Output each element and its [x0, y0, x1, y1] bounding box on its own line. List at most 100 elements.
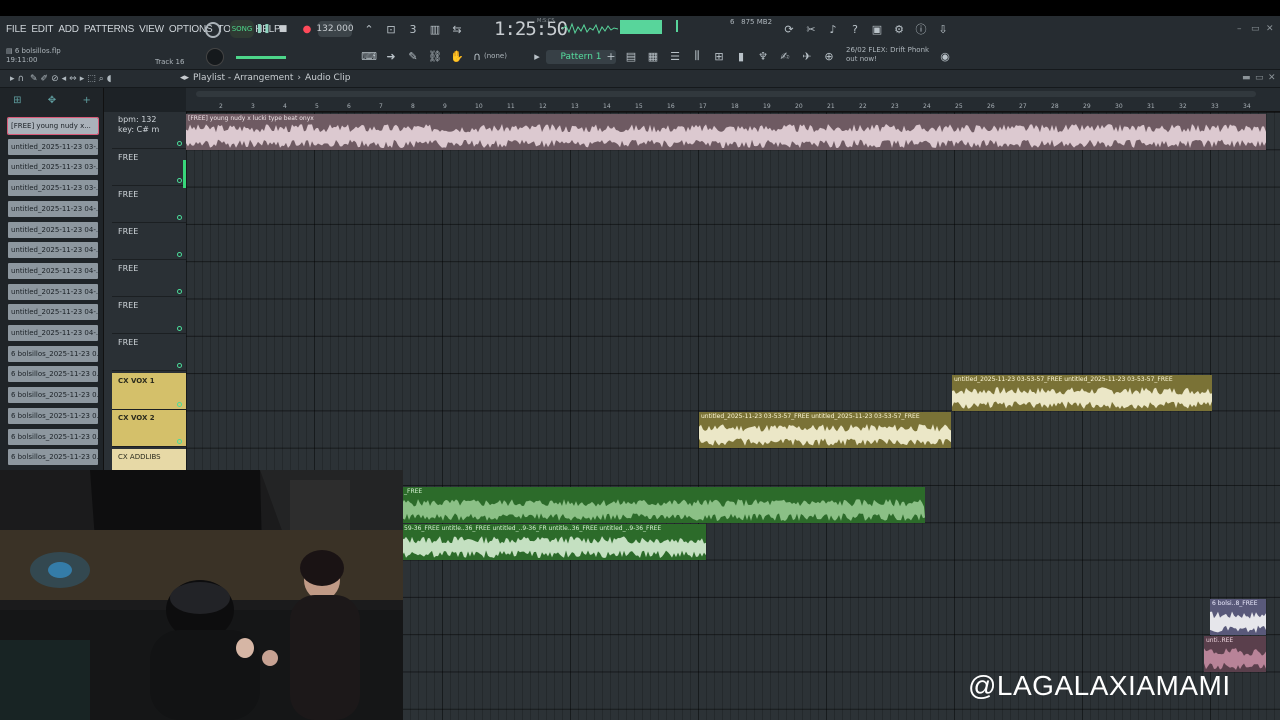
picker-clip-item[interactable]: [FREE] young nudy x...: [7, 117, 99, 135]
zoom-tool-icon[interactable]: ⌕: [99, 74, 104, 84]
audio-clip-green-1[interactable]: _FREE: [402, 487, 925, 523]
song-mode-toggle[interactable]: SONG: [230, 20, 254, 38]
delete-tool-icon[interactable]: ⊘: [51, 74, 59, 84]
track-5-led-icon[interactable]: [177, 289, 182, 294]
arrow-right-icon[interactable]: ➜: [384, 49, 398, 63]
track-header-7[interactable]: FREE: [112, 334, 186, 371]
slip-tool-icon[interactable]: ⇔: [69, 74, 77, 84]
track-header-4[interactable]: FREE: [112, 223, 186, 260]
plugin-icon[interactable]: ⚙: [892, 22, 906, 36]
audio-clip-vox2[interactable]: untitled_2025-11-23 03-53-57_FREE untitl…: [699, 412, 951, 448]
track-6-led-icon[interactable]: [177, 326, 182, 331]
track-2-led-icon[interactable]: [177, 178, 182, 183]
help-icon[interactable]: ?: [848, 22, 862, 36]
track-header-5[interactable]: FREE: [112, 260, 186, 297]
step-edit-icon[interactable]: ▥: [428, 22, 442, 36]
cart-icon[interactable]: ⊕: [822, 49, 836, 63]
save-icon[interactable]: ▣: [870, 22, 884, 36]
playback-tool-icon[interactable]: ◖: [107, 74, 112, 84]
track-header-6[interactable]: FREE: [112, 297, 186, 334]
track-header-vox1[interactable]: CX VOX 1: [112, 373, 186, 410]
audio-clip-green-2[interactable]: 59-36_FREE untitle..36_FREE untitled_..9…: [402, 524, 706, 560]
playlist-maximize-icon[interactable]: ▭: [1255, 73, 1264, 83]
menu-patterns[interactable]: PATTERNS: [84, 24, 134, 35]
countdown-icon[interactable]: 3: [406, 22, 420, 36]
link-icon[interactable]: ⛓: [428, 49, 442, 63]
info-icon[interactable]: ⓘ: [914, 22, 928, 36]
wait-input-icon[interactable]: ⊡: [384, 22, 398, 36]
picker-clip-item[interactable]: untitled_2025-11-23 04-...: [8, 283, 98, 300]
magnet-snap-icon[interactable]: ∩: [18, 74, 25, 84]
track-header-vox2[interactable]: CX VOX 2: [112, 410, 186, 447]
keyboard-icon[interactable]: ⌨: [361, 49, 377, 63]
picker-clip-item[interactable]: 6 bolsillos_2025-11-23 0...: [8, 449, 98, 466]
master-volume-slider[interactable]: [236, 56, 286, 59]
menu-view[interactable]: VIEW: [139, 24, 164, 35]
picker-clip-item[interactable]: 6 bolsillos_2025-11-23 0...: [8, 387, 98, 404]
browser-icon[interactable]: ⊞: [712, 49, 726, 63]
arrow-left-icon[interactable]: ▸: [530, 49, 544, 63]
audio-clip-vox1[interactable]: untitled_2025-11-23 03-53-57_FREE untitl…: [952, 375, 1212, 411]
playlist-icon[interactable]: ▤: [624, 49, 638, 63]
piano-roll-icon[interactable]: ▦: [646, 49, 660, 63]
menu-edit[interactable]: EDIT: [31, 24, 53, 35]
track-1-led-icon[interactable]: [177, 141, 182, 146]
channel-rack-icon[interactable]: ☰: [668, 49, 682, 63]
picker-add-icon[interactable]: +: [82, 95, 90, 106]
track-header-1[interactable]: bpm: 132 key: C# m: [112, 112, 186, 149]
project-icon[interactable]: ▮: [734, 49, 748, 63]
loop-record-icon[interactable]: ⇆: [450, 22, 464, 36]
maximize-icon[interactable]: ▭: [1251, 24, 1260, 34]
add-pattern-icon[interactable]: +: [604, 49, 618, 63]
paint-tool-icon[interactable]: ✐: [41, 74, 49, 84]
cut-tool-icon[interactable]: ✂: [804, 22, 818, 36]
playlist-arrow-icon[interactable]: ◂▸: [180, 73, 189, 83]
picker-clip-item[interactable]: untitled_2025-11-23 04-...: [8, 221, 98, 238]
slice-tool-icon[interactable]: ▸: [80, 74, 85, 84]
audio-clip-main-beat[interactable]: [FREE] young nudy x lucki type beat onyx: [186, 114, 1266, 150]
picker-clip-item[interactable]: untitled_2025-11-23 04-...: [8, 304, 98, 321]
audio-clip-untitled[interactable]: unti..REE: [1204, 636, 1266, 672]
picker-clip-item[interactable]: untitled_2025-11-23 04-...: [8, 200, 98, 217]
cloud-icon[interactable]: ✈: [800, 49, 814, 63]
metronome-icon[interactable]: ⌃: [362, 22, 376, 36]
play-arrow-icon[interactable]: ▸: [10, 74, 15, 84]
menu-file[interactable]: FILE: [6, 24, 27, 35]
picker-clip-item[interactable]: untitled_2025-11-23 04-...: [8, 262, 98, 279]
track-7-led-icon[interactable]: [177, 363, 182, 368]
track-header-addlibs[interactable]: CX ADDLIBS: [112, 449, 186, 472]
hand-icon[interactable]: ✋: [450, 49, 464, 63]
refresh-icon[interactable]: ⟳: [782, 22, 796, 36]
mute-tool-icon[interactable]: ◂: [62, 74, 67, 84]
picker-clip-item[interactable]: 6 bolsillos_2025-11-23 0...: [8, 428, 98, 445]
mixer-icon[interactable]: ⫼: [690, 49, 704, 63]
pause-icon[interactable]: ❚❚: [255, 22, 270, 36]
download-icon[interactable]: ⇩: [936, 22, 950, 36]
track-vox2-led-icon[interactable]: [177, 439, 182, 444]
timeline-ruler[interactable]: 2 3 4 5 6 7 8 9 10 11 12 13 14 15 16 17 18 19 20 21 22 23 24 25…: [186, 88, 1280, 112]
track-vox1-led-icon[interactable]: [177, 402, 182, 407]
picker-mode-icon[interactable]: ⊞: [13, 95, 21, 106]
picker-clip-item[interactable]: untitled_2025-11-23 03-...: [8, 180, 98, 197]
snap-selector[interactable]: (none): [484, 52, 507, 60]
select-tool-icon[interactable]: ⬚: [87, 74, 96, 84]
pitch-knob[interactable]: [206, 48, 224, 66]
picker-clip-item[interactable]: untitled_2025-11-23 03-...: [8, 138, 98, 155]
magnet-icon[interactable]: ∩: [470, 49, 484, 63]
minimize-icon[interactable]: –: [1237, 24, 1242, 34]
picker-clip-item[interactable]: 6 bolsillos_2025-11-23 0...: [8, 366, 98, 383]
mic-icon[interactable]: ♪: [826, 22, 840, 36]
track-4-led-icon[interactable]: [177, 252, 182, 257]
picker-clip-item[interactable]: untitled_2025-11-23 03-...: [8, 159, 98, 176]
tools-icon[interactable]: ✍: [778, 49, 792, 63]
plugin-database-icon[interactable]: ♆: [756, 49, 770, 63]
pencil-icon[interactable]: ✎: [406, 49, 420, 63]
stop-icon[interactable]: ■: [276, 22, 290, 36]
playlist-minimize-icon[interactable]: ▬: [1242, 73, 1251, 83]
picker-clip-item[interactable]: untitled_2025-11-23 04-...: [8, 242, 98, 259]
main-volume-knob[interactable]: [205, 22, 221, 38]
horizontal-scrollbar[interactable]: [196, 91, 1256, 97]
record-icon[interactable]: ●: [300, 22, 314, 36]
track-header-3[interactable]: FREE: [112, 186, 186, 223]
menu-add[interactable]: ADD: [58, 24, 79, 35]
